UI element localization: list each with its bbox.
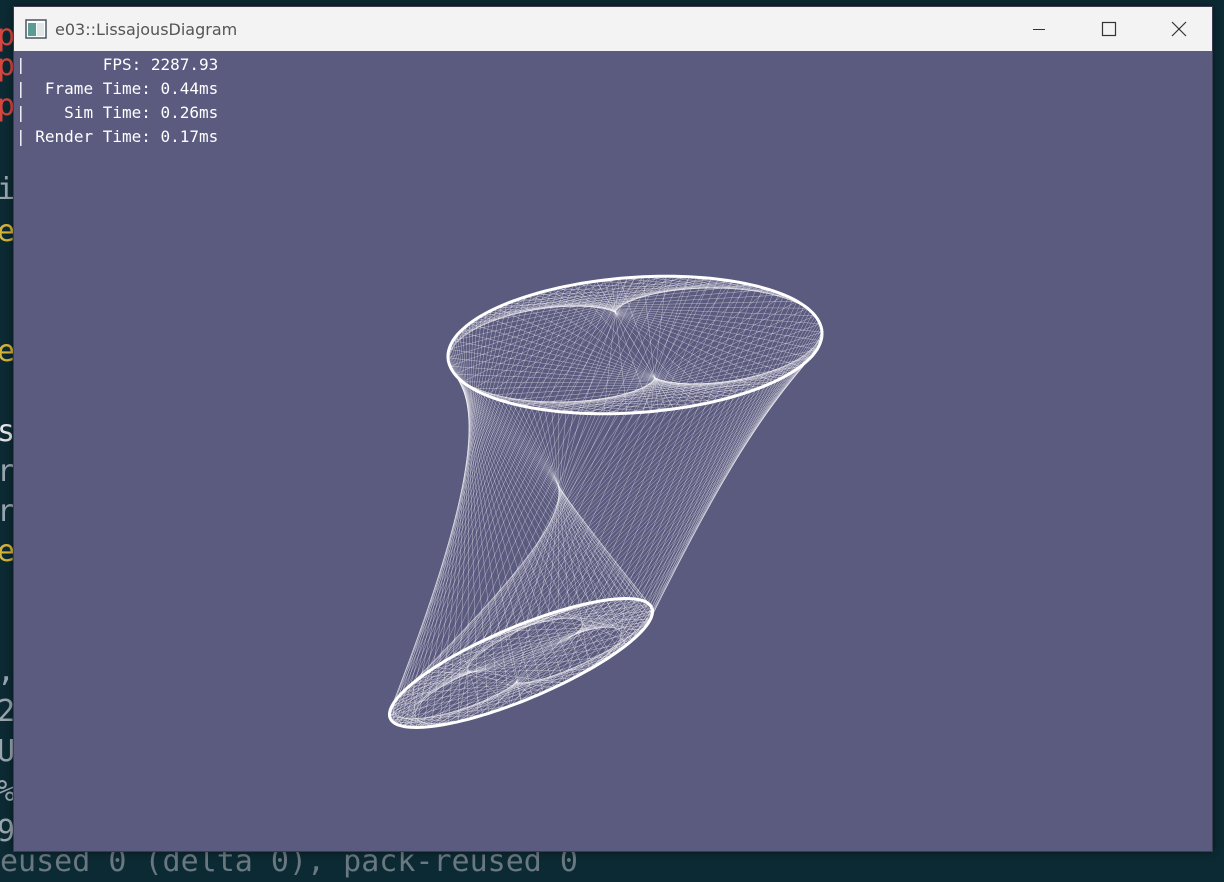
- minimize-icon: [1033, 29, 1045, 30]
- sim-time-value: 0.26ms: [160, 103, 219, 122]
- minimize-button[interactable]: [1004, 7, 1074, 51]
- frame-time-value: 0.44ms: [160, 79, 219, 98]
- close-icon: [1171, 21, 1187, 37]
- frame-time-row: | Frame Time: 0.44ms: [16, 77, 218, 101]
- window-title: e03::LissajousDiagram: [55, 19, 238, 39]
- row-prefix: |: [16, 127, 26, 146]
- fps-value: 2287.93: [150, 55, 219, 74]
- fps-row: | FPS: 2287.93: [16, 53, 218, 77]
- app-window-icon: [25, 19, 47, 39]
- render-time-value: 0.17ms: [160, 127, 219, 146]
- app-window: e03::LissajousDiagram | FPS: 2287.93 | Fr…: [13, 6, 1213, 852]
- fps-label: FPS:: [102, 55, 142, 74]
- lissajous-mesh: [388, 274, 824, 730]
- close-button[interactable]: [1144, 7, 1212, 51]
- row-prefix: |: [16, 103, 26, 122]
- row-prefix: |: [16, 55, 26, 74]
- render-time-label: Render Time:: [35, 127, 151, 146]
- sim-time-row: | Sim Time: 0.26ms: [16, 101, 218, 125]
- sim-time-label: Sim Time:: [64, 103, 151, 122]
- render-viewport[interactable]: [14, 51, 1213, 852]
- stats-overlay: | FPS: 2287.93 | Frame Time: 0.44ms | Sim …: [16, 53, 218, 149]
- row-prefix: |: [16, 79, 26, 98]
- maximize-button[interactable]: [1074, 7, 1144, 51]
- render-time-row: | Render Time: 0.17ms: [16, 125, 218, 149]
- maximize-icon: [1101, 21, 1117, 37]
- title-bar[interactable]: e03::LissajousDiagram: [14, 7, 1212, 51]
- frame-time-label: Frame Time:: [44, 79, 151, 98]
